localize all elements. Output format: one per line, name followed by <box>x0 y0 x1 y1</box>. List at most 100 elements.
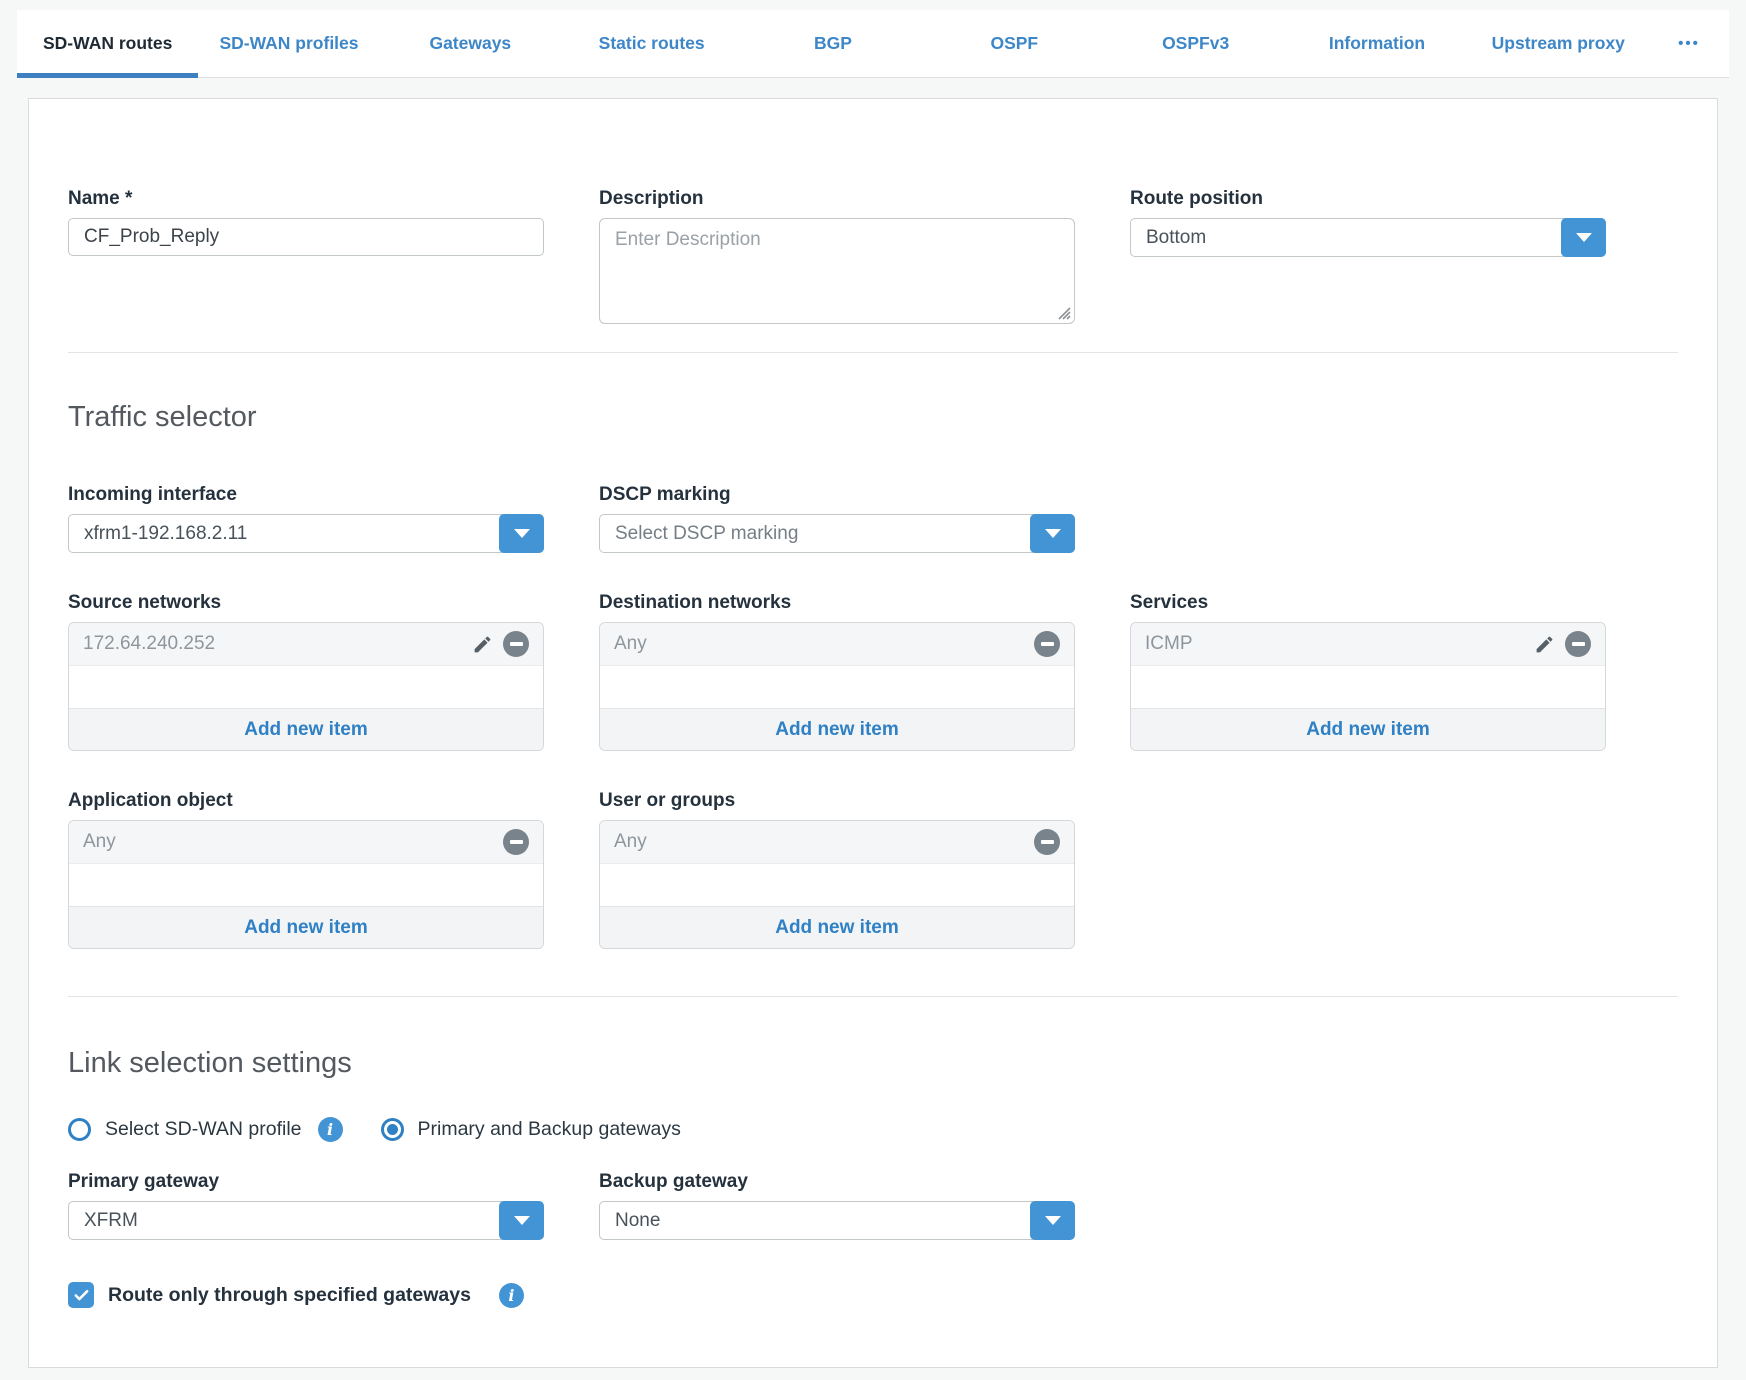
user-or-groups-label: User or groups <box>599 789 1075 813</box>
services-listbox: ICMP Add new item <box>1130 622 1606 751</box>
description-textarea[interactable] <box>599 218 1075 324</box>
list-empty-area <box>1131 666 1605 708</box>
destination-networks-label: Destination networks <box>599 591 1075 615</box>
info-icon[interactable]: i <box>499 1283 524 1308</box>
application-object-group: Application object Any Add new item <box>68 789 544 949</box>
tab-label: Information <box>1329 33 1425 54</box>
check-icon <box>73 1287 90 1304</box>
chevron-down-icon <box>1045 1216 1061 1225</box>
tabs-more-ellipsis-icon[interactable]: ••• <box>1649 10 1729 77</box>
tab-gateways[interactable]: Gateways <box>380 10 561 77</box>
tab-label: Upstream proxy <box>1492 33 1625 54</box>
backup-gateway-dropdown-button[interactable] <box>1030 1201 1075 1240</box>
list-item-text: Any <box>83 831 503 853</box>
radio-select-sdwan-profile[interactable]: Select SD-WAN profile <box>68 1118 302 1141</box>
list-item: ICMP <box>1131 623 1605 666</box>
route-edit-panel: Name * Description Route position Bott <box>28 98 1718 1368</box>
dscp-marking-select[interactable]: Select DSCP marking <box>599 514 1075 553</box>
chevron-down-icon <box>514 529 530 538</box>
tab-sdwan-profiles[interactable]: SD-WAN profiles <box>198 10 379 77</box>
services-add-button[interactable]: Add new item <box>1131 708 1605 750</box>
route-position-field-group: Route position Bottom <box>1130 187 1606 257</box>
list-empty-area <box>69 666 543 708</box>
tab-label: SD-WAN profiles <box>219 33 358 54</box>
section-divider <box>68 352 1678 353</box>
edit-pencil-icon[interactable] <box>472 634 493 655</box>
list-item: Any <box>600 623 1074 666</box>
list-item: Any <box>600 821 1074 864</box>
tab-sdwan-routes[interactable]: SD-WAN routes <box>17 10 198 77</box>
tab-label: Gateways <box>429 33 511 54</box>
list-item-text: Any <box>614 831 1034 853</box>
tab-label: Static routes <box>599 33 705 54</box>
backup-gateway-select[interactable]: None <box>599 1201 1075 1240</box>
description-field-group: Description <box>599 187 1075 324</box>
source-networks-add-button[interactable]: Add new item <box>69 708 543 750</box>
list-item-text: Any <box>614 633 1034 655</box>
route-only-checkbox[interactable] <box>68 1282 94 1308</box>
source-networks-label: Source networks <box>68 591 544 615</box>
tab-ospf[interactable]: OSPF <box>924 10 1105 77</box>
route-position-dropdown-button[interactable] <box>1561 218 1606 257</box>
backup-gateway-value: None <box>600 1210 716 1232</box>
incoming-interface-value: xfrm1-192.168.2.11 <box>69 523 303 545</box>
name-input[interactable] <box>68 218 544 256</box>
source-networks-group: Source networks 172.64.240.252 Add new i… <box>68 591 544 751</box>
primary-gateway-label: Primary gateway <box>68 1170 544 1194</box>
incoming-interface-select[interactable]: xfrm1-192.168.2.11 <box>68 514 544 553</box>
incoming-interface-label: Incoming interface <box>68 483 544 507</box>
add-new-item-label: Add new item <box>775 719 899 741</box>
tab-label: OSPF <box>990 33 1038 54</box>
tab-bar: SD-WAN routes SD-WAN profiles Gateways S… <box>17 10 1729 78</box>
traffic-selector-title: Traffic selector <box>68 399 1678 435</box>
remove-minus-icon[interactable] <box>503 631 529 657</box>
remove-minus-icon[interactable] <box>1034 631 1060 657</box>
route-position-select[interactable]: Bottom <box>1130 218 1606 257</box>
chevron-down-icon <box>514 1216 530 1225</box>
primary-gateway-select[interactable]: XFRM <box>68 1201 544 1240</box>
tab-ospfv3[interactable]: OSPFv3 <box>1105 10 1286 77</box>
remove-minus-icon[interactable] <box>1565 631 1591 657</box>
tab-static-routes[interactable]: Static routes <box>561 10 742 77</box>
list-item-text: ICMP <box>1145 633 1534 655</box>
application-object-listbox: Any Add new item <box>68 820 544 949</box>
dscp-field-group: DSCP marking Select DSCP marking <box>599 483 1075 553</box>
primary-gateway-dropdown-button[interactable] <box>499 1201 544 1240</box>
name-label: Name * <box>68 187 544 211</box>
dscp-marking-dropdown-button[interactable] <box>1030 514 1075 553</box>
link-selection-title: Link selection settings <box>68 1045 1678 1081</box>
tab-label: OSPFv3 <box>1162 33 1229 54</box>
info-icon[interactable]: i <box>318 1117 343 1142</box>
tab-information[interactable]: Information <box>1286 10 1467 77</box>
list-item: 172.64.240.252 <box>69 623 543 666</box>
tab-label: SD-WAN routes <box>43 33 172 54</box>
list-empty-area <box>600 666 1074 708</box>
tab-upstream-proxy[interactable]: Upstream proxy <box>1468 10 1649 77</box>
radio-icon <box>381 1118 404 1141</box>
incoming-interface-dropdown-button[interactable] <box>499 514 544 553</box>
list-empty-area <box>69 864 543 906</box>
add-new-item-label: Add new item <box>244 719 368 741</box>
backup-gateway-field-group: Backup gateway None <box>599 1170 1075 1240</box>
list-item-text: 172.64.240.252 <box>83 633 472 655</box>
user-or-groups-add-button[interactable]: Add new item <box>600 906 1074 948</box>
dscp-marking-label: DSCP marking <box>599 483 1075 507</box>
chevron-down-icon <box>1045 529 1061 538</box>
tab-bgp[interactable]: BGP <box>742 10 923 77</box>
radio-primary-backup-gateways[interactable]: Primary and Backup gateways <box>381 1118 681 1141</box>
add-new-item-label: Add new item <box>244 917 368 939</box>
services-label: Services <box>1130 591 1606 615</box>
route-position-label: Route position <box>1130 187 1606 211</box>
user-or-groups-listbox: Any Add new item <box>599 820 1075 949</box>
chevron-down-icon <box>1576 233 1592 242</box>
radio-label: Select SD-WAN profile <box>105 1118 302 1141</box>
edit-pencil-icon[interactable] <box>1534 634 1555 655</box>
incoming-interface-field-group: Incoming interface xfrm1-192.168.2.11 <box>68 483 544 553</box>
remove-minus-icon[interactable] <box>503 829 529 855</box>
primary-gateway-field-group: Primary gateway XFRM <box>68 1170 544 1240</box>
remove-minus-icon[interactable] <box>1034 829 1060 855</box>
add-new-item-label: Add new item <box>775 917 899 939</box>
route-only-checkbox-label: Route only through specified gateways <box>108 1284 471 1307</box>
application-object-add-button[interactable]: Add new item <box>69 906 543 948</box>
destination-networks-add-button[interactable]: Add new item <box>600 708 1074 750</box>
